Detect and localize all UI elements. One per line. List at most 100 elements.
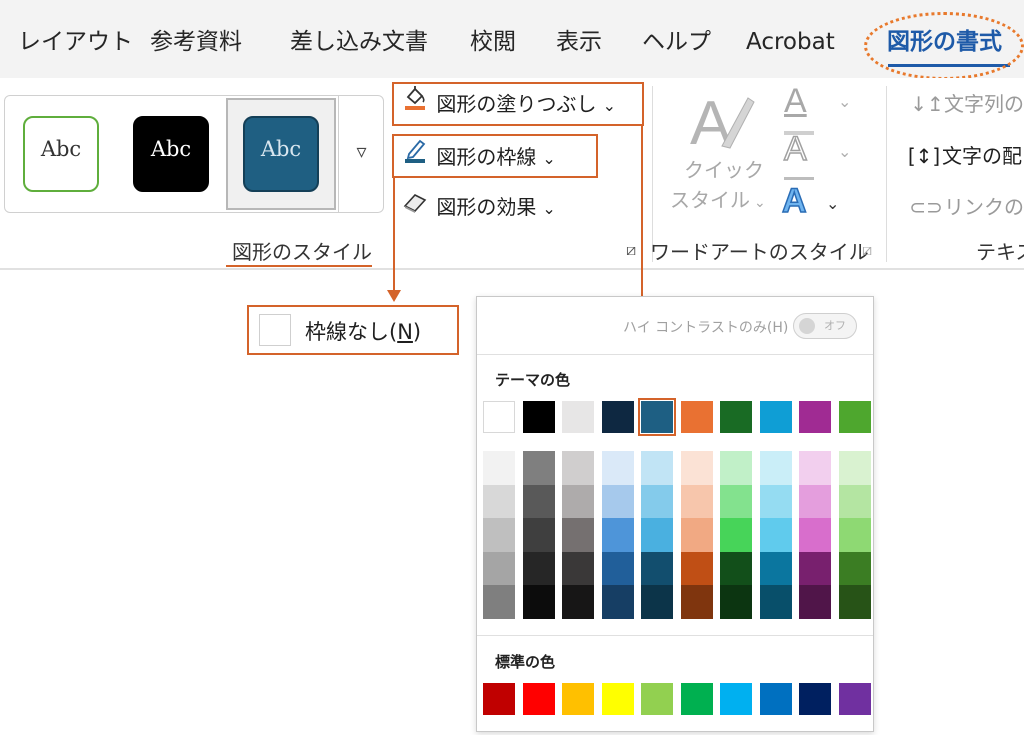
toggle-state-label: オフ <box>824 319 846 332</box>
tab-acrobat[interactable]: Acrobat <box>746 24 835 60</box>
theme-shade-swatch[interactable] <box>759 451 792 485</box>
dialog-launcher-icon[interactable]: ⧄ <box>626 240 636 260</box>
theme-shade-swatch[interactable] <box>522 451 555 485</box>
theme-shade-swatch[interactable] <box>838 518 871 552</box>
standard-color-swatch[interactable] <box>799 683 831 715</box>
theme-shade-swatch[interactable] <box>799 551 831 585</box>
theme-shade-swatch[interactable] <box>601 585 634 619</box>
theme-shade-swatch[interactable] <box>562 551 594 585</box>
theme-shade-swatch[interactable] <box>562 451 594 485</box>
theme-shade-swatch[interactable] <box>601 484 634 518</box>
theme-shade-swatch[interactable] <box>799 518 831 552</box>
theme-shade-swatch[interactable] <box>483 551 515 585</box>
tab-review[interactable]: 校閲 <box>470 24 516 60</box>
theme-shade-swatch[interactable] <box>483 451 515 485</box>
text-outline-icon[interactable]: A <box>783 129 807 169</box>
theme-color-swatch[interactable] <box>680 401 713 433</box>
theme-shade-swatch[interactable] <box>601 518 634 552</box>
theme-shade-swatch[interactable] <box>641 518 673 552</box>
theme-shade-swatch[interactable] <box>641 585 673 619</box>
shape-style-swatch[interactable]: Abc <box>133 116 209 192</box>
theme-shade-swatch[interactable] <box>759 518 792 552</box>
theme-shade-swatch[interactable] <box>641 451 673 485</box>
theme-shade-swatch[interactable] <box>759 551 792 585</box>
theme-shade-swatch[interactable] <box>483 518 515 552</box>
theme-color-swatch[interactable] <box>838 401 871 433</box>
standard-color-swatch[interactable] <box>759 683 792 715</box>
theme-shade-swatch[interactable] <box>483 484 515 518</box>
shape-effects-button[interactable]: 図形の効果 ⌄ <box>400 189 556 225</box>
text-effects-icon[interactable]: A <box>781 181 807 221</box>
theme-shade-swatch[interactable] <box>641 484 673 518</box>
theme-shade-swatch[interactable] <box>522 518 555 552</box>
standard-color-swatch[interactable] <box>641 683 673 715</box>
theme-color-swatch[interactable] <box>799 401 831 433</box>
theme-shade-swatch[interactable] <box>680 518 713 552</box>
theme-shade-swatch[interactable] <box>522 484 555 518</box>
text-align-button[interactable]: [↕]文字の配 <box>906 138 1022 174</box>
panel-separator <box>477 354 873 355</box>
standard-color-swatch[interactable] <box>562 683 594 715</box>
theme-shade-swatch[interactable] <box>838 585 871 619</box>
theme-shade-swatch[interactable] <box>601 551 634 585</box>
text-fill-icon[interactable]: A <box>784 82 807 121</box>
theme-shade-swatch[interactable] <box>522 585 555 619</box>
dialog-launcher-icon[interactable]: ⧄ <box>862 240 872 260</box>
theme-shade-swatch[interactable] <box>562 484 594 518</box>
theme-shade-swatch[interactable] <box>562 585 594 619</box>
tab-mailings[interactable]: 差し込み文書 <box>290 24 428 60</box>
high-contrast-toggle[interactable]: オフ <box>793 313 857 339</box>
theme-shade-swatch[interactable] <box>720 451 752 485</box>
quick-style-label-line1[interactable]: クイック <box>684 154 764 183</box>
theme-shade-swatch[interactable] <box>838 484 871 518</box>
standard-color-swatch[interactable] <box>601 683 634 715</box>
theme-shade-swatch[interactable] <box>641 551 673 585</box>
no-outline-option[interactable]: 枠線なし(N) <box>247 305 459 355</box>
tab-layout[interactable]: レイアウト <box>18 24 133 60</box>
text-group-label: テキス <box>976 240 1024 264</box>
theme-shade-swatch[interactable] <box>759 585 792 619</box>
theme-shade-swatch[interactable] <box>759 484 792 518</box>
standard-color-swatch[interactable] <box>522 683 555 715</box>
selected-color-indicator <box>638 398 676 436</box>
theme-shade-swatch[interactable] <box>720 484 752 518</box>
theme-shade-swatch[interactable] <box>522 551 555 585</box>
theme-shade-swatch[interactable] <box>838 551 871 585</box>
theme-color-swatch[interactable] <box>483 401 515 433</box>
text-direction-button[interactable]: ↓↥文字列の <box>910 86 1024 122</box>
theme-shade-swatch[interactable] <box>720 551 752 585</box>
theme-shade-swatch[interactable] <box>483 585 515 619</box>
tab-references[interactable]: 参考資料 <box>150 24 242 60</box>
shape-style-swatch-selected[interactable]: Abc <box>243 116 319 192</box>
theme-shade-swatch[interactable] <box>680 551 713 585</box>
shape-style-swatch[interactable]: Abc <box>23 116 99 192</box>
theme-color-swatch[interactable] <box>522 401 555 433</box>
tab-highlight-annotation <box>864 12 1024 80</box>
theme-shade-swatch[interactable] <box>838 451 871 485</box>
theme-shade-swatch[interactable] <box>720 585 752 619</box>
theme-shade-swatch[interactable] <box>680 484 713 518</box>
gallery-more-button[interactable]: ▿ <box>338 96 384 212</box>
theme-shade-swatch[interactable] <box>680 451 713 485</box>
theme-color-swatch[interactable] <box>562 401 594 433</box>
theme-shade-swatch[interactable] <box>799 451 831 485</box>
shape-outline-highlight <box>392 134 598 178</box>
standard-color-swatch[interactable] <box>720 683 752 715</box>
tab-help[interactable]: ヘルプ <box>642 24 711 60</box>
theme-shade-swatch[interactable] <box>680 585 713 619</box>
theme-shade-swatch[interactable] <box>799 585 831 619</box>
theme-colors-title: テーマの色 <box>495 371 571 389</box>
quick-style-label-line2[interactable]: スタイル ⌄ <box>670 184 766 213</box>
create-link-button[interactable]: ⊂⊃リンクの作 <box>908 189 1024 225</box>
standard-color-swatch[interactable] <box>680 683 713 715</box>
standard-color-swatch[interactable] <box>838 683 871 715</box>
theme-shade-swatch[interactable] <box>799 484 831 518</box>
theme-color-swatch[interactable] <box>601 401 634 433</box>
theme-color-swatch[interactable] <box>720 401 752 433</box>
standard-color-swatch[interactable] <box>483 683 515 715</box>
theme-color-swatch[interactable] <box>759 401 792 433</box>
theme-shade-swatch[interactable] <box>562 518 594 552</box>
theme-shade-swatch[interactable] <box>720 518 752 552</box>
theme-shade-swatch[interactable] <box>601 451 634 485</box>
tab-view[interactable]: 表示 <box>556 24 602 60</box>
